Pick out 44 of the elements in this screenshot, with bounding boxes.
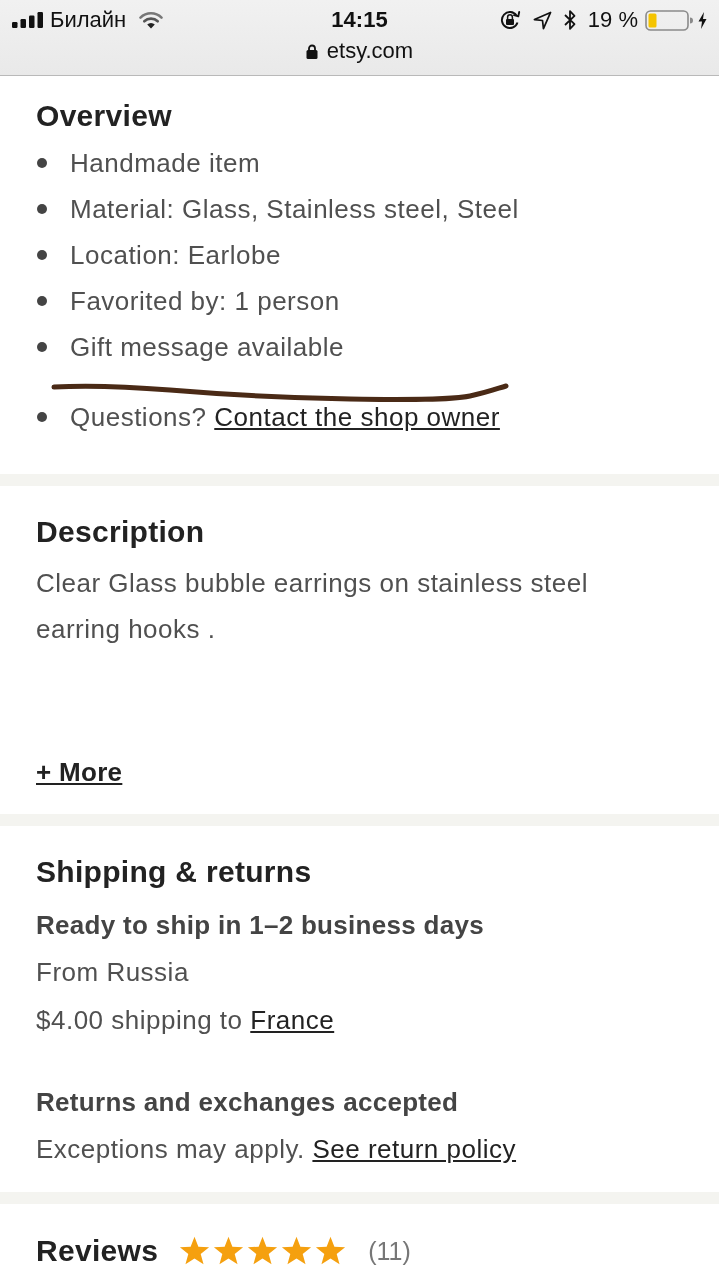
star-icon [281,1236,313,1266]
returns-title: Returns and exchanges accepted [36,1086,460,1119]
country-link[interactable]: France [250,1005,335,1035]
return-policy-link[interactable]: See return policy [312,1134,517,1164]
returns-text: Exceptions may apply. See return policy [36,1133,518,1166]
overview-item: Questions? Contact the shop owner [70,402,500,432]
section-title: Reviews [36,1233,159,1269]
wifi-icon [139,11,164,29]
location-arrow-icon [532,10,552,30]
signal-icon [12,12,43,28]
battery-percent: 19 % [587,7,638,33]
charging-icon [698,11,707,29]
bullet-icon [37,342,47,352]
battery-icon [645,9,693,31]
rotation-lock-icon [498,9,521,31]
bluetooth-icon [563,9,576,31]
section-title: Description [36,514,206,550]
section-title: Shipping & returns [36,854,313,890]
section-title: Overview [36,98,173,134]
overview-item: Gift message available [70,332,345,362]
bullet-icon [37,412,47,422]
bullet-icon [37,204,47,214]
url-text[interactable]: etsy.com [326,38,414,64]
overview-item: Handmade item [70,148,261,178]
carrier-name: Билайн [50,7,127,33]
star-icon [315,1236,347,1266]
more-link[interactable]: + More [36,754,123,790]
star-icon [213,1236,245,1266]
star-icon [247,1236,279,1266]
bullet-icon [37,250,47,260]
ready-to-ship-text: Ready to ship in 1–2 business days [36,909,486,942]
status-time: 14:15 [331,7,388,32]
review-count: (11) [368,1236,411,1266]
shipping-cost-text: $4.00 shipping to France [36,1004,336,1037]
star-icon [179,1236,211,1266]
lock-icon [305,43,318,59]
overview-item: Location: Earlobe [70,240,281,270]
overview-item: Material: Glass, Stainless steel, Steel [70,194,519,224]
bullet-icon [37,158,47,168]
overview-item: Favorited by: 1 person [70,286,340,316]
bullet-icon [37,296,47,306]
origin-text: From Russia [36,956,190,989]
description-text: Clear Glass bubble earrings on stainless steel earring hooks . [36,567,589,646]
contact-link[interactable]: Contact the shop owner [214,402,500,432]
